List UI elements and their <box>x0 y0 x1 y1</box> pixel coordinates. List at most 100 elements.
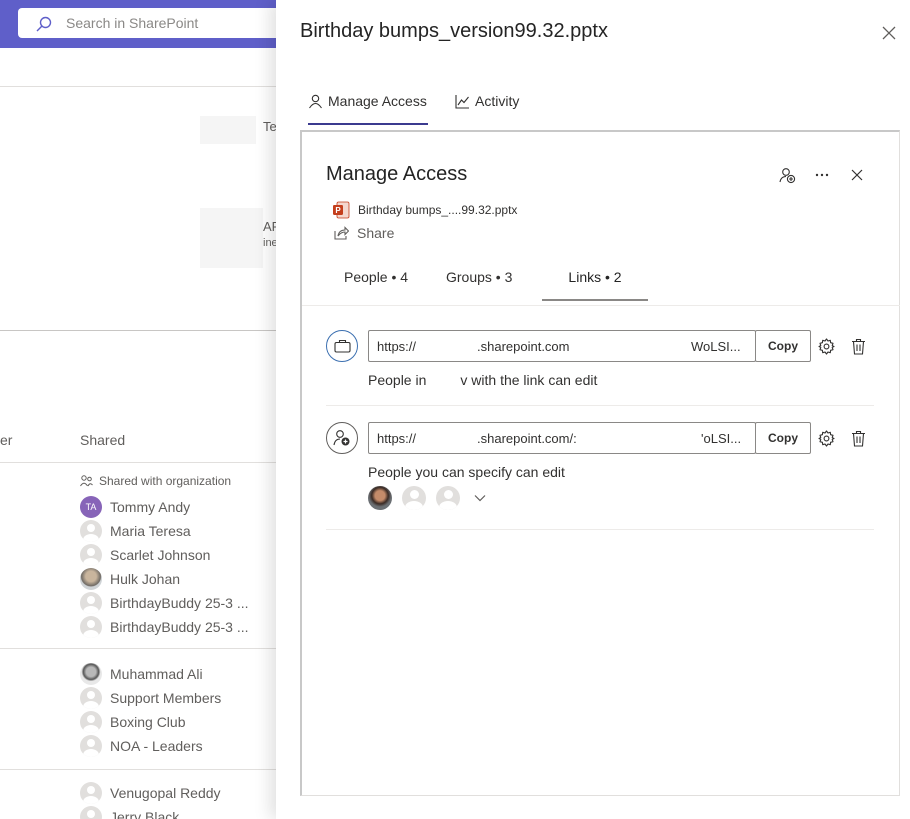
close-icon <box>882 26 896 40</box>
person-name: Scarlet Johnson <box>110 547 211 563</box>
trash-icon <box>851 430 865 447</box>
search-placeholder: Search in SharePoint <box>66 15 199 31</box>
svg-text:P: P <box>335 206 341 215</box>
shared-person[interactable]: Support Members <box>80 687 221 709</box>
divider <box>302 305 900 306</box>
shared-person[interactable]: Muhammad Ali <box>80 663 203 685</box>
chevron-down-icon[interactable] <box>474 494 486 502</box>
shared-person[interactable]: Venugopal Reddy <box>80 782 221 804</box>
manage-access-title: Manage Access <box>326 163 468 185</box>
avatar <box>80 520 102 542</box>
shared-with-org-label: Shared with organization <box>80 474 231 488</box>
person-name: Support Members <box>110 690 222 706</box>
link-url-field[interactable]: https:// .sharepoint.com/: 'oLSI... Copy <box>368 422 811 454</box>
person-add-icon <box>333 430 350 446</box>
person-add-icon <box>778 167 795 183</box>
divider <box>0 648 276 649</box>
person-icon <box>309 94 322 109</box>
shared-person[interactable]: Boxing Club <box>80 711 186 733</box>
text-fragment: Te <box>263 119 277 134</box>
person-name: BirthdayBuddy 25-3 ... <box>110 619 249 635</box>
avatar <box>80 592 102 614</box>
tab-label: Activity <box>475 93 520 109</box>
avatar <box>80 735 102 757</box>
divider <box>326 529 874 530</box>
chart-icon <box>455 95 469 109</box>
copy-link-button[interactable]: Copy <box>755 422 811 454</box>
close-panel-button[interactable] <box>878 22 900 44</box>
shared-person[interactable]: BirthdayBuddy 25-3 ... <box>80 592 249 614</box>
link-description: People in v with the link can edit <box>368 372 598 388</box>
details-panel: Birthday bumps_version99.32.pptx Manage … <box>276 0 910 819</box>
avatar <box>80 806 102 819</box>
person-name: Venugopal Reddy <box>110 785 221 801</box>
avatar <box>80 711 102 733</box>
avatar <box>80 687 102 709</box>
person-name: Muhammad Ali <box>110 666 203 682</box>
shared-person[interactable]: NOA - Leaders <box>80 735 203 757</box>
divider <box>0 86 276 87</box>
trash-icon <box>851 338 865 355</box>
link-recipients <box>368 486 486 510</box>
tab-links[interactable]: Links • 2 <box>542 269 648 301</box>
divider <box>0 769 276 770</box>
tab-label: Manage Access <box>328 93 427 109</box>
file-info: P Birthday bumps_....99.32.pptx <box>332 201 517 219</box>
briefcase-icon <box>333 339 351 353</box>
manage-access-pane: Manage Access P Birthday bumps_....99.32… <box>300 130 900 796</box>
avatar: TA <box>80 496 102 518</box>
panel-title: Birthday bumps_version99.32.pptx <box>300 20 608 42</box>
shared-person[interactable]: Maria Teresa <box>80 520 191 542</box>
divider <box>326 405 874 406</box>
powerpoint-icon: P <box>333 201 350 219</box>
shared-person[interactable]: Jerry Black <box>80 806 179 819</box>
shared-person[interactable]: Scarlet Johnson <box>80 544 210 566</box>
grant-access-button[interactable] <box>776 164 798 186</box>
tab-activity[interactable]: Activity <box>455 93 519 125</box>
link-type-badge <box>326 330 358 362</box>
search-icon <box>36 16 52 32</box>
delete-link-button[interactable] <box>848 336 868 356</box>
link-url-field[interactable]: https:// .sharepoint.com WoLSI... Copy <box>368 330 811 362</box>
avatar <box>80 568 102 590</box>
person-name: Hulk Johan <box>110 571 181 587</box>
search-box[interactable]: Search in SharePoint <box>18 8 318 38</box>
person-name: Maria Teresa <box>110 523 191 539</box>
blurred-block <box>200 208 263 268</box>
avatar <box>80 616 102 638</box>
divider <box>0 462 276 463</box>
shared-person[interactable]: Hulk Johan <box>80 568 180 590</box>
link-type-badge <box>326 422 358 454</box>
close-icon <box>851 169 863 181</box>
delete-link-button[interactable] <box>848 428 868 448</box>
avatar <box>80 782 102 804</box>
person-name: Jerry Black <box>110 809 180 819</box>
copy-link-button[interactable]: Copy <box>755 330 811 362</box>
tab-people[interactable]: People • 4 <box>344 269 408 301</box>
link-description: People you can specify can edit <box>368 464 565 480</box>
share-button[interactable]: Share <box>334 225 394 241</box>
person-name: Tommy Andy <box>110 499 191 515</box>
avatar[interactable] <box>436 486 460 510</box>
gear-icon <box>817 337 835 355</box>
file-name: Birthday bumps_....99.32.pptx <box>358 203 518 217</box>
avatar[interactable] <box>402 486 426 510</box>
tab-groups[interactable]: Groups • 3 <box>446 269 512 301</box>
people-icon <box>80 475 93 487</box>
blurred-block <box>200 116 256 144</box>
ellipsis-icon <box>815 173 829 177</box>
avatar <box>80 544 102 566</box>
gear-icon <box>817 429 835 447</box>
share-icon <box>334 226 349 240</box>
close-manage-access-button[interactable] <box>846 164 868 186</box>
column-header-shared[interactable]: Shared <box>80 432 125 448</box>
avatar[interactable] <box>368 486 392 510</box>
more-options-button[interactable] <box>811 164 833 186</box>
tab-manage-access[interactable]: Manage Access <box>308 93 428 125</box>
shared-person[interactable]: TA Tommy Andy <box>80 496 190 518</box>
link-settings-button[interactable] <box>816 336 836 356</box>
column-header[interactable]: er <box>0 432 12 448</box>
shared-person[interactable]: BirthdayBuddy 25-3 ... <box>80 616 249 638</box>
link-settings-button[interactable] <box>816 428 836 448</box>
divider <box>0 330 276 331</box>
